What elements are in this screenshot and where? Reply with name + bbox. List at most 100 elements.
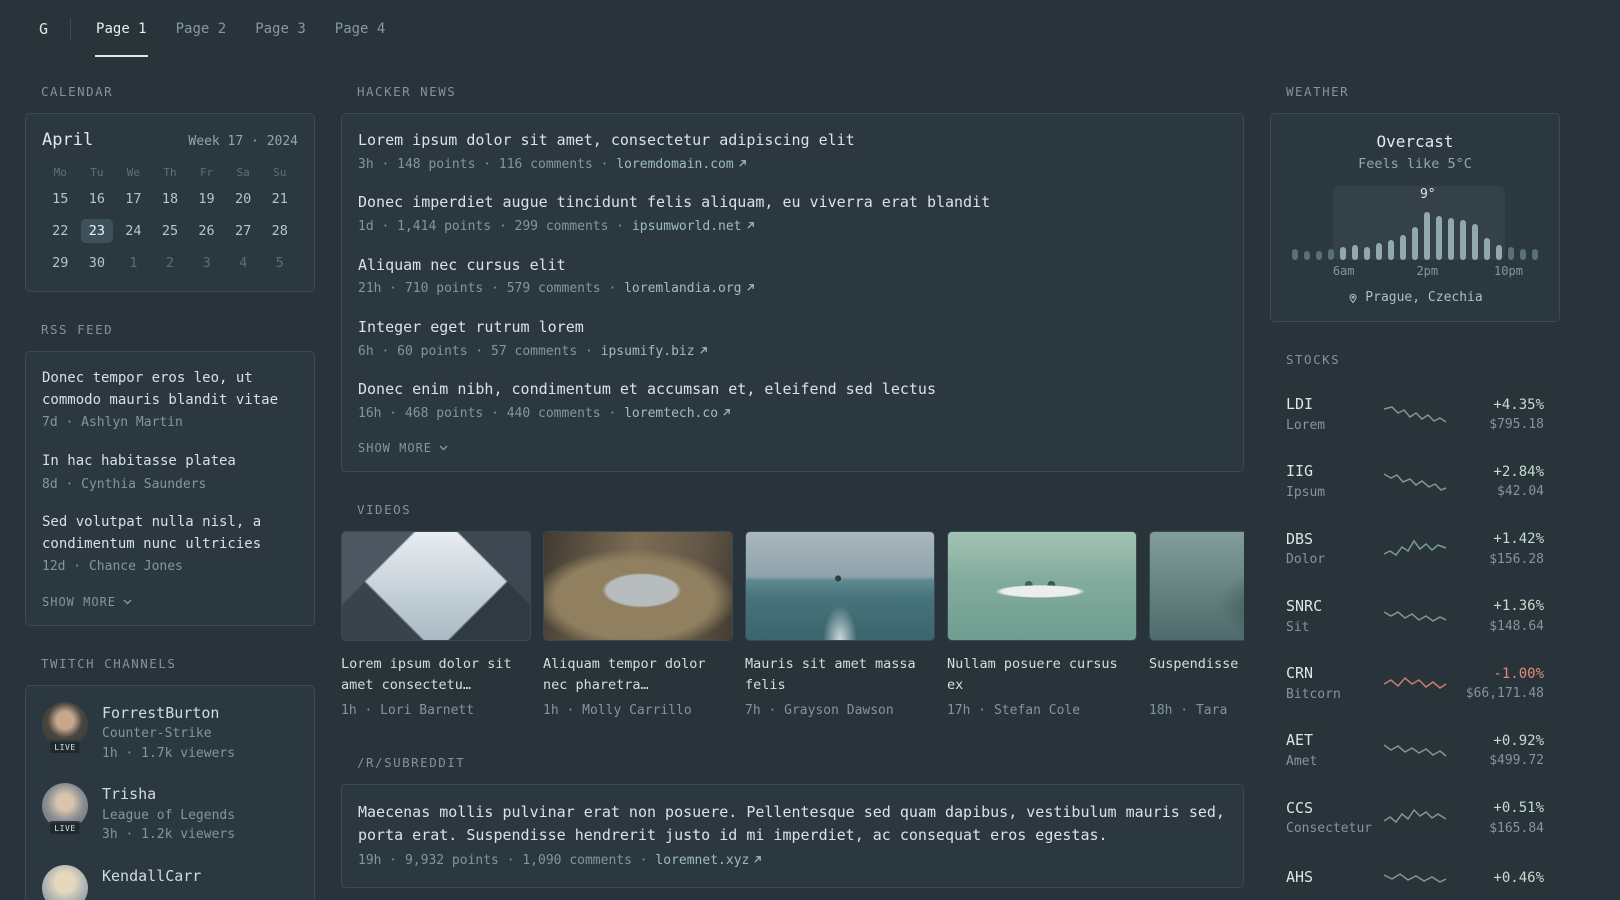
calendar-day: 19 [198,191,215,207]
calendar-day: 16 [88,191,105,207]
calendar-week-label: Week 17 · 2024 [188,134,298,149]
middle-column: HACKER NEWS Lorem ipsum dolor sit amet, … [341,84,1244,900]
video-thumbnail[interactable] [947,531,1137,642]
video-title[interactable]: Suspendisse diam [1149,654,1244,696]
video-card[interactable]: Mauris sit amet massa felis 7h · Grayson… [745,531,935,721]
external-link-icon [739,159,746,167]
video-title[interactable]: Lorem ipsum dolor sit amet consectetu… [341,654,531,696]
channel-category[interactable]: Counter-Strike [102,724,235,744]
twitch-card: LIVE ForrestBurton Counter-Strike 1h · 1… [25,684,315,900]
stock-row[interactable]: SNRC Sit +1.36% $148.64 [1270,583,1560,650]
stock-values: +0.51% $165.84 [1447,798,1544,838]
hn-story: Integer eget rutrum lorem 6h · 60 points… [358,317,1227,361]
post-source-link[interactable]: loremnet.xyz [655,853,762,868]
rss-widget: RSS FEED Donec tempor eros leo, ut commo… [25,322,315,626]
video-card[interactable]: Aliquam tempor dolor nec pharetra… 1h · … [543,531,733,721]
subreddit-card: Maecenas mollis pulvinar erat non posuer… [341,783,1244,888]
video-title[interactable]: Mauris sit amet massa felis [745,654,935,696]
post-title[interactable]: Maecenas mollis pulvinar erat non posuer… [358,801,1227,848]
calendar-day: 4 [239,255,248,271]
stock-change: +1.36% [1493,598,1544,615]
hn-source-link[interactable]: loremlandia.org [624,281,754,296]
hn-story-title[interactable]: Lorem ipsum dolor sit amet, consectetur … [358,130,1227,152]
calendar-card: April Week 17 · 2024 Mo Tu We Th Fr Sa Su 15 16… [25,113,315,292]
page-tabs: Page 1 Page 2 Page 3 Page 4 [95,0,386,57]
rss-item: Donec tempor eros leo, ut commodo mauris… [42,368,298,433]
right-column: WEATHER Overcast Feels like 5°C 9° 6am 2p… [1270,84,1560,900]
stock-row[interactable]: IIG Ipsum +2.84% $42.04 [1270,448,1560,515]
stock-sparkline [1383,744,1447,757]
hn-source-link[interactable]: loremdomain.com [616,157,746,172]
hour-bar [1436,216,1442,260]
video-card[interactable]: Suspendisse diam 18h · Tara [1149,531,1244,721]
calendar-day: 30 [88,255,105,271]
calendar-day: 2 [165,255,175,271]
channel-info: KendallCarr [102,865,201,900]
twitch-channel[interactable]: LIVE KendallCarr [42,864,298,900]
hn-story-stats: 1d · 1,414 points · 299 comments · [358,219,632,234]
hn-source-link[interactable]: ipsumify.biz [601,344,708,359]
stock-price: $165.84 [1489,820,1544,836]
video-thumbnail[interactable] [543,531,733,642]
stock-change: +2.84% [1493,463,1544,480]
time-label: 10pm [1494,264,1523,278]
stock-row[interactable]: CCS Consectetur +0.51% $165.84 [1270,785,1560,852]
location-pin-icon [1349,293,1357,303]
calendar-day: 15 [52,191,69,207]
video-thumbnail[interactable] [341,531,531,642]
channel-info: Trisha League of Legends 3h · 1.2k viewe… [102,783,235,845]
stock-symbol: DBS [1286,529,1314,548]
page-tab[interactable]: Page 2 [175,0,228,57]
stock-row[interactable]: LDI Lorem +4.35% $795.18 [1270,381,1560,448]
channel-name[interactable]: ForrestBurton [102,702,235,725]
stock-change: -1.00% [1493,665,1544,682]
hn-source-link[interactable]: loremtech.co [624,406,731,421]
videos-section-title: VIDEOS [357,502,412,518]
video-title[interactable]: Nullam posuere cursus ex [947,654,1137,696]
rss-card: Donec tempor eros leo, ut commodo mauris… [25,351,315,626]
rss-item-title[interactable]: Donec tempor eros leo, ut commodo mauris… [42,368,298,411]
stock-row[interactable]: AHS +0.46% [1270,852,1560,900]
calendar-widget: CALENDAR April Week 17 · 2024 Mo Tu We Th Fr… [25,84,315,292]
page-tab[interactable]: Page 4 [334,0,387,57]
external-link-icon [746,222,754,229]
stock-sparkline [1383,405,1447,423]
hn-source-link[interactable]: ipsumworld.net [632,219,755,234]
hackernews-list: Lorem ipsum dolor sit amet, consectetur … [358,130,1227,423]
hn-story-title[interactable]: Integer eget rutrum lorem [358,317,1227,339]
hn-story-title[interactable]: Donec enim nibh, condimentum et accumsan… [358,379,1227,401]
hn-story-meta: 16h · 468 points · 440 comments · loremt… [358,404,1227,424]
video-thumbnail[interactable] [745,531,935,642]
rss-item-meta: 8d · Cynthia Saunders [42,476,207,492]
video-card[interactable]: Lorem ipsum dolor sit amet consectetu… 1… [341,531,531,721]
hn-story-title[interactable]: Donec imperdiet augue tincidunt felis al… [358,192,1227,214]
page-tab[interactable]: Page 3 [254,0,307,57]
hn-story-title[interactable]: Aliquam nec cursus elit [358,255,1227,277]
rss-item-title[interactable]: In hac habitasse platea [42,451,298,473]
calendar-day: 21 [271,191,288,207]
stock-row[interactable]: AET Amet +0.92% $499.72 [1270,717,1560,784]
rss-show-more-button[interactable]: SHOW MORE [42,595,132,609]
twitch-channel[interactable]: LIVE ForrestBurton Counter-Strike 1h · 1… [42,701,298,764]
calendar-day: 1 [129,255,138,271]
video-card[interactable]: Nullam posuere cursus ex 17h · Stefan Co… [947,531,1137,721]
hn-show-more-button[interactable]: SHOW MORE [358,441,448,455]
calendar-day: 27 [235,223,252,239]
stock-row[interactable]: DBS Dolor +1.42% $156.28 [1270,516,1560,583]
stock-values: -1.00% $66,171.48 [1447,664,1544,704]
video-title[interactable]: Aliquam tempor dolor nec pharetra… [543,654,733,696]
twitch-channel[interactable]: LIVE Trisha League of Legends 3h · 1.2k … [42,783,298,845]
hour-bar [1520,249,1526,260]
channel-category[interactable]: League of Legends [102,806,235,826]
calendar-day: 20 [235,191,252,207]
rss-item-title[interactable]: Sed volutpat nulla nisl, a condimentum n… [42,512,298,555]
channel-name[interactable]: KendallCarr [102,865,201,888]
stock-symbol: SNRC [1286,596,1323,615]
stock-row[interactable]: CRN Bitcorn -1.00% $66,171.48 [1270,650,1560,717]
nav-divider [70,17,72,40]
app-logo[interactable]: G [25,0,52,57]
page-tab[interactable]: Page 1 [95,0,148,57]
video-thumbnail[interactable] [1149,531,1244,642]
channel-name[interactable]: Trisha [102,783,235,806]
post-stats: 19h · 9,932 points · 1,090 comments · [358,853,656,869]
